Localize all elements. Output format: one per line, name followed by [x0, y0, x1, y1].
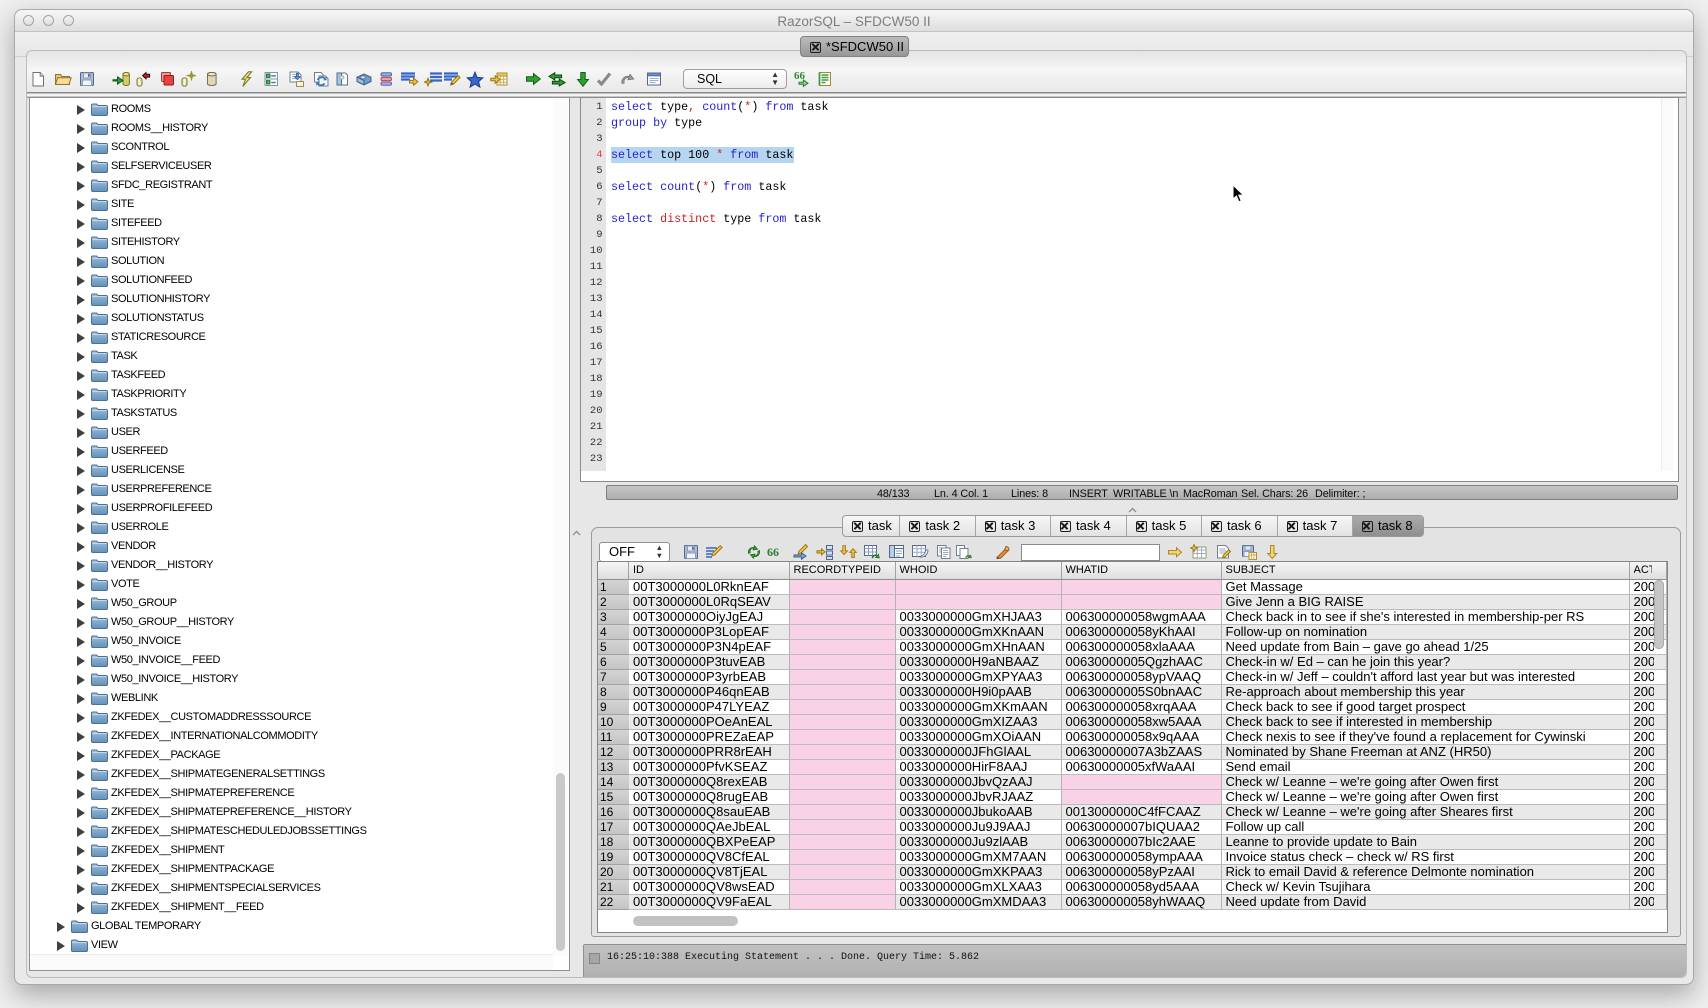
svg-text:66: 66	[767, 546, 779, 559]
